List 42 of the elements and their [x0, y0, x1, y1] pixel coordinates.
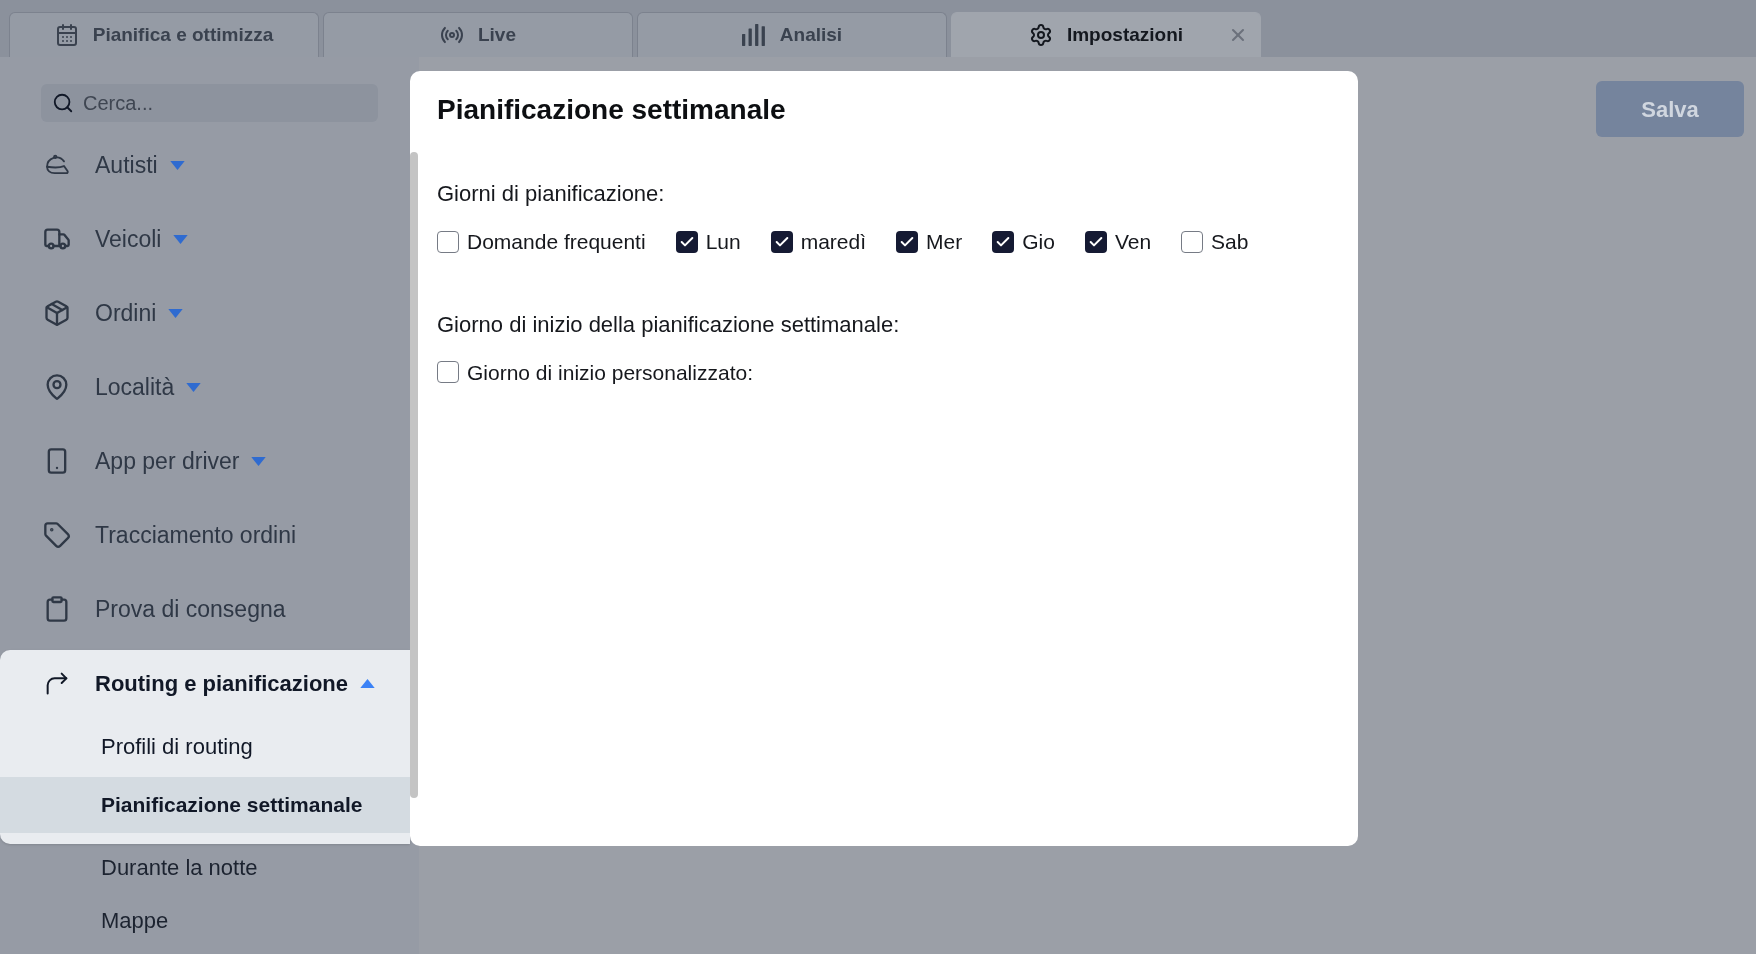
sidebar-item[interactable]: Autisti — [0, 128, 410, 202]
checkbox[interactable] — [675, 230, 698, 253]
section-label: Giorni di pianificazione: — [437, 181, 666, 207]
sidebar-item[interactable]: Tracciamento ordini — [0, 498, 410, 572]
bar-chart-icon — [741, 23, 766, 47]
tab[interactable]: Live — [323, 12, 633, 57]
sidebar-subitem[interactable]: Pianificazione settimanale — [0, 777, 410, 833]
search-field[interactable]: Cerca... — [41, 84, 378, 122]
checkbox[interactable] — [770, 230, 793, 253]
calendar-icon — [54, 23, 79, 47]
checkbox-label: Giorno di inizio personalizzato: — [467, 359, 753, 386]
checkbox[interactable] — [896, 230, 919, 253]
checkbox-label: maredì — [800, 229, 867, 255]
sidebar-subitem[interactable]: Durante la notte — [0, 844, 410, 890]
checkbox[interactable] — [1084, 230, 1107, 253]
sidebar-item[interactable]: App per driver — [0, 424, 410, 498]
checkbox[interactable] — [437, 230, 459, 253]
search-icon — [52, 92, 74, 114]
tag-icon — [43, 521, 71, 549]
tab[interactable]: Pianifica e ottimizza — [9, 12, 319, 57]
sidebar-subitem[interactable]: Profili di routing — [0, 716, 410, 777]
tab[interactable]: Impostazioni — [951, 12, 1261, 57]
checkbox[interactable] — [1181, 230, 1204, 253]
sidebar-item[interactable]: Prova di consegna — [0, 572, 410, 646]
checkbox-label: Gio — [1022, 229, 1055, 255]
sidebar-item[interactable]: Località — [0, 350, 410, 424]
panel-title: Pianificazione settimanale — [437, 93, 787, 127]
checkbox[interactable] — [992, 230, 1015, 253]
sidebar-item[interactable]: Veicoli — [0, 202, 410, 276]
checkbox[interactable] — [437, 361, 459, 384]
section-label: Giorno di inizio della pianificazione settimanale: — [437, 311, 901, 338]
checkbox-label: Domande frequenti — [467, 229, 646, 255]
checkbox-label: Lun — [705, 229, 741, 255]
checkbox-label: Ven — [1114, 229, 1152, 255]
box-icon — [43, 299, 71, 327]
sidebar-item[interactable]: Routing e pianificazione — [0, 650, 410, 716]
tab[interactable]: Analisi — [637, 12, 947, 57]
checkbox-label: Sab — [1211, 229, 1249, 255]
settings-icon — [1028, 23, 1053, 47]
sidebar-subitem[interactable]: Mappe — [0, 890, 410, 950]
checkbox-label: Mer — [926, 229, 963, 255]
sidebar-item[interactable]: Ordini — [0, 276, 410, 350]
